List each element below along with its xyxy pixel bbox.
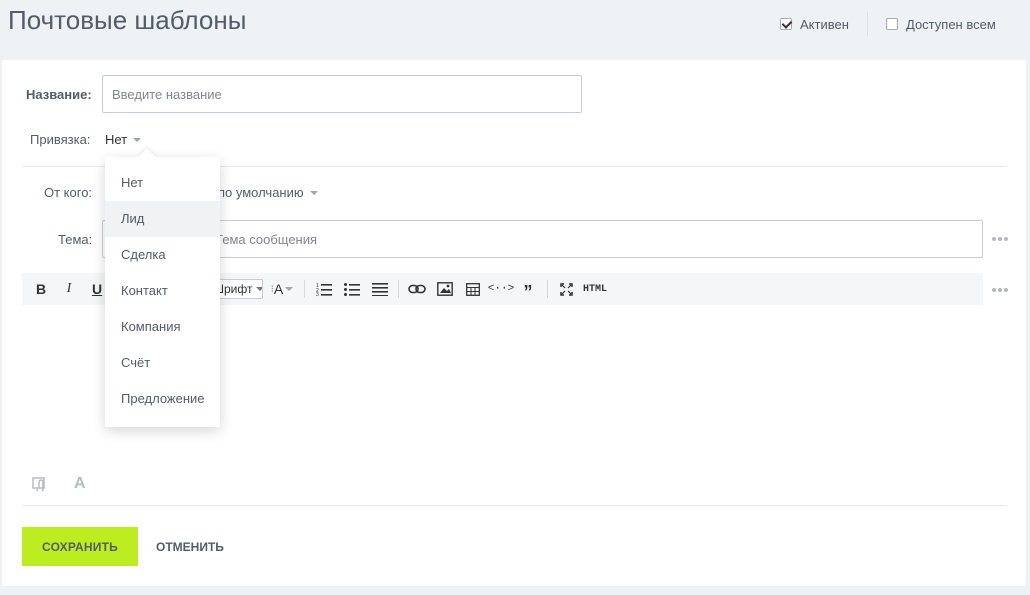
chevron-down-icon	[309, 190, 318, 195]
subject-input[interactable]	[102, 220, 983, 258]
bold-button[interactable]: B	[32, 273, 50, 305]
toolbar-divider	[547, 280, 548, 298]
dropdown-item-quote[interactable]: Предложение	[105, 381, 220, 417]
footer-divider	[22, 505, 1007, 506]
italic-button[interactable]: I	[60, 273, 78, 305]
insert-code-button[interactable]: <··>	[488, 273, 514, 305]
chevron-down-icon	[133, 137, 142, 142]
font-size-label: A	[273, 281, 284, 297]
cancel-button[interactable]: ОТМЕНИТЬ	[152, 527, 228, 566]
available-to-all-label: Доступен всем	[906, 16, 996, 32]
dropdown-item-contact[interactable]: Контакт	[105, 273, 220, 309]
link-icon	[408, 284, 426, 294]
toolbar-divider	[398, 280, 399, 298]
fullscreen-button[interactable]	[556, 273, 576, 305]
page-title: Почтовые шаблоны	[8, 5, 247, 35]
underline-button[interactable]: U	[88, 273, 106, 305]
page-header: Почтовые шаблоны Активен Доступен всем	[0, 0, 1030, 60]
binding-label: Привязка:	[30, 132, 91, 147]
fullscreen-icon	[559, 282, 573, 296]
active-checkbox-box[interactable]	[780, 18, 792, 30]
available-to-all-checkbox[interactable]: Доступен всем	[886, 16, 996, 32]
ordered-list-button[interactable]: 123	[314, 273, 334, 305]
font-size-button[interactable]: ⁝ A	[270, 273, 294, 305]
active-checkbox[interactable]: Активен	[780, 16, 849, 32]
text-format-icon[interactable]: A	[74, 475, 86, 493]
toolbar-more-icon[interactable]	[992, 288, 1008, 292]
align-icon	[372, 283, 388, 296]
insert-table-button[interactable]	[462, 273, 484, 305]
available-to-all-checkbox-box[interactable]	[886, 18, 898, 30]
align-button[interactable]	[370, 273, 390, 305]
binding-select-value: Нет	[105, 132, 128, 147]
name-input[interactable]	[102, 75, 582, 113]
chevron-down-icon	[256, 287, 262, 291]
from-select-value: по умолчанию	[218, 185, 304, 200]
name-label: Название:	[26, 87, 92, 102]
svg-text:3: 3	[316, 292, 319, 296]
insert-image-button[interactable]	[434, 273, 456, 305]
dropdown-item-deal[interactable]: Сделка	[105, 237, 220, 273]
image-icon	[437, 282, 453, 296]
insert-link-button[interactable]	[406, 273, 428, 305]
dropdown-item-none[interactable]: Нет	[105, 165, 220, 201]
dropdown-item-lead[interactable]: Лид	[105, 201, 220, 237]
table-icon	[466, 282, 480, 296]
dropdown-item-company[interactable]: Компания	[105, 309, 220, 345]
quote-icon: ”	[523, 281, 533, 302]
ordered-list-icon: 123	[316, 283, 332, 296]
bullet-list-icon	[344, 283, 360, 296]
html-mode-button[interactable]: HTML	[582, 273, 608, 305]
binding-dropdown-menu: Нет Лид Сделка Контакт Компания Счёт Пре…	[105, 157, 220, 427]
save-button[interactable]: СОХРАНИТЬ	[22, 527, 138, 566]
from-label: От кого:	[44, 185, 93, 200]
binding-select[interactable]: Нет	[105, 132, 142, 147]
from-select[interactable]: по умолчанию	[218, 185, 318, 200]
toolbar-divider	[304, 280, 305, 298]
active-checkbox-label: Активен	[800, 16, 849, 32]
attach-file-icon[interactable]	[32, 477, 50, 491]
header-divider	[867, 12, 868, 36]
quote-button[interactable]: ”	[518, 273, 538, 305]
subject-more-icon[interactable]	[992, 237, 1008, 241]
bullet-list-button[interactable]	[342, 273, 362, 305]
dropdown-item-invoice[interactable]: Счёт	[105, 345, 220, 381]
editor-footer-icons: A	[32, 475, 86, 493]
chevron-down-icon	[285, 287, 294, 291]
code-icon: <··>	[487, 283, 515, 295]
subject-label: Тема:	[58, 232, 93, 247]
